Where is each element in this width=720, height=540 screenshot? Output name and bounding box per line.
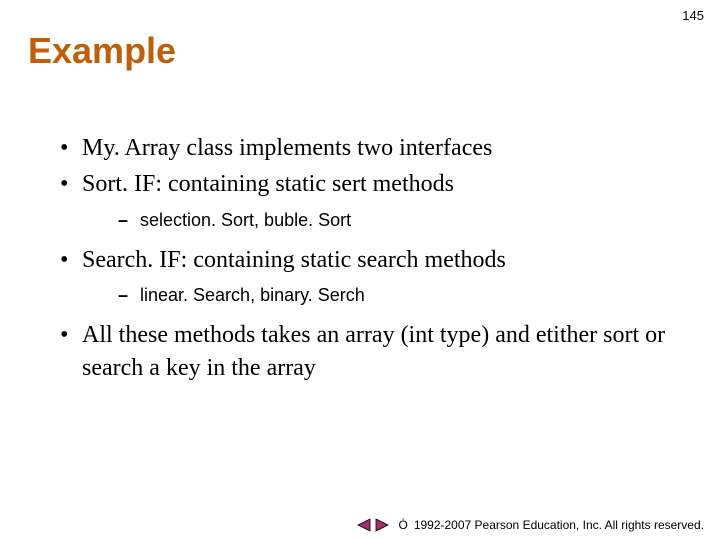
sub-bullet-text: selection. Sort, buble. Sort <box>140 207 680 234</box>
sub-bullet-item: – linear. Search, binary. Serch <box>60 282 680 309</box>
copyright-symbol: Ó <box>398 518 407 532</box>
sub-bullet-text: linear. Search, binary. Serch <box>140 282 680 309</box>
bullet-text: Sort. IF: containing static sert methods <box>82 168 680 200</box>
bullet-marker: • <box>60 319 82 384</box>
bullet-item: • Search. IF: containing static search m… <box>60 244 680 276</box>
sub-bullet-item: – selection. Sort, buble. Sort <box>60 207 680 234</box>
bullet-item: • Sort. IF: containing static sert metho… <box>60 168 680 200</box>
slide-title: Example <box>0 0 720 72</box>
footer: Ó 1992-2007 Pearson Education, Inc. All … <box>356 518 704 532</box>
bullet-marker: • <box>60 244 82 276</box>
page-number: 145 <box>682 8 704 23</box>
copyright-text: 1992-2007 Pearson Education, Inc. All ri… <box>414 518 704 532</box>
nav-arrows <box>356 518 390 532</box>
slide-content: • My. Array class implements two interfa… <box>0 72 720 384</box>
bullet-item: • All these methods takes an array (int … <box>60 319 680 384</box>
next-arrow-icon[interactable] <box>374 518 390 532</box>
bullet-marker: • <box>60 132 82 164</box>
bullet-marker: • <box>60 168 82 200</box>
bullet-text: All these methods takes an array (int ty… <box>82 319 680 384</box>
bullet-item: • My. Array class implements two interfa… <box>60 132 680 164</box>
prev-arrow-icon[interactable] <box>356 518 372 532</box>
dash-marker: – <box>118 207 140 234</box>
bullet-text: My. Array class implements two interface… <box>82 132 680 164</box>
dash-marker: – <box>118 282 140 309</box>
bullet-text: Search. IF: containing static search met… <box>82 244 680 276</box>
